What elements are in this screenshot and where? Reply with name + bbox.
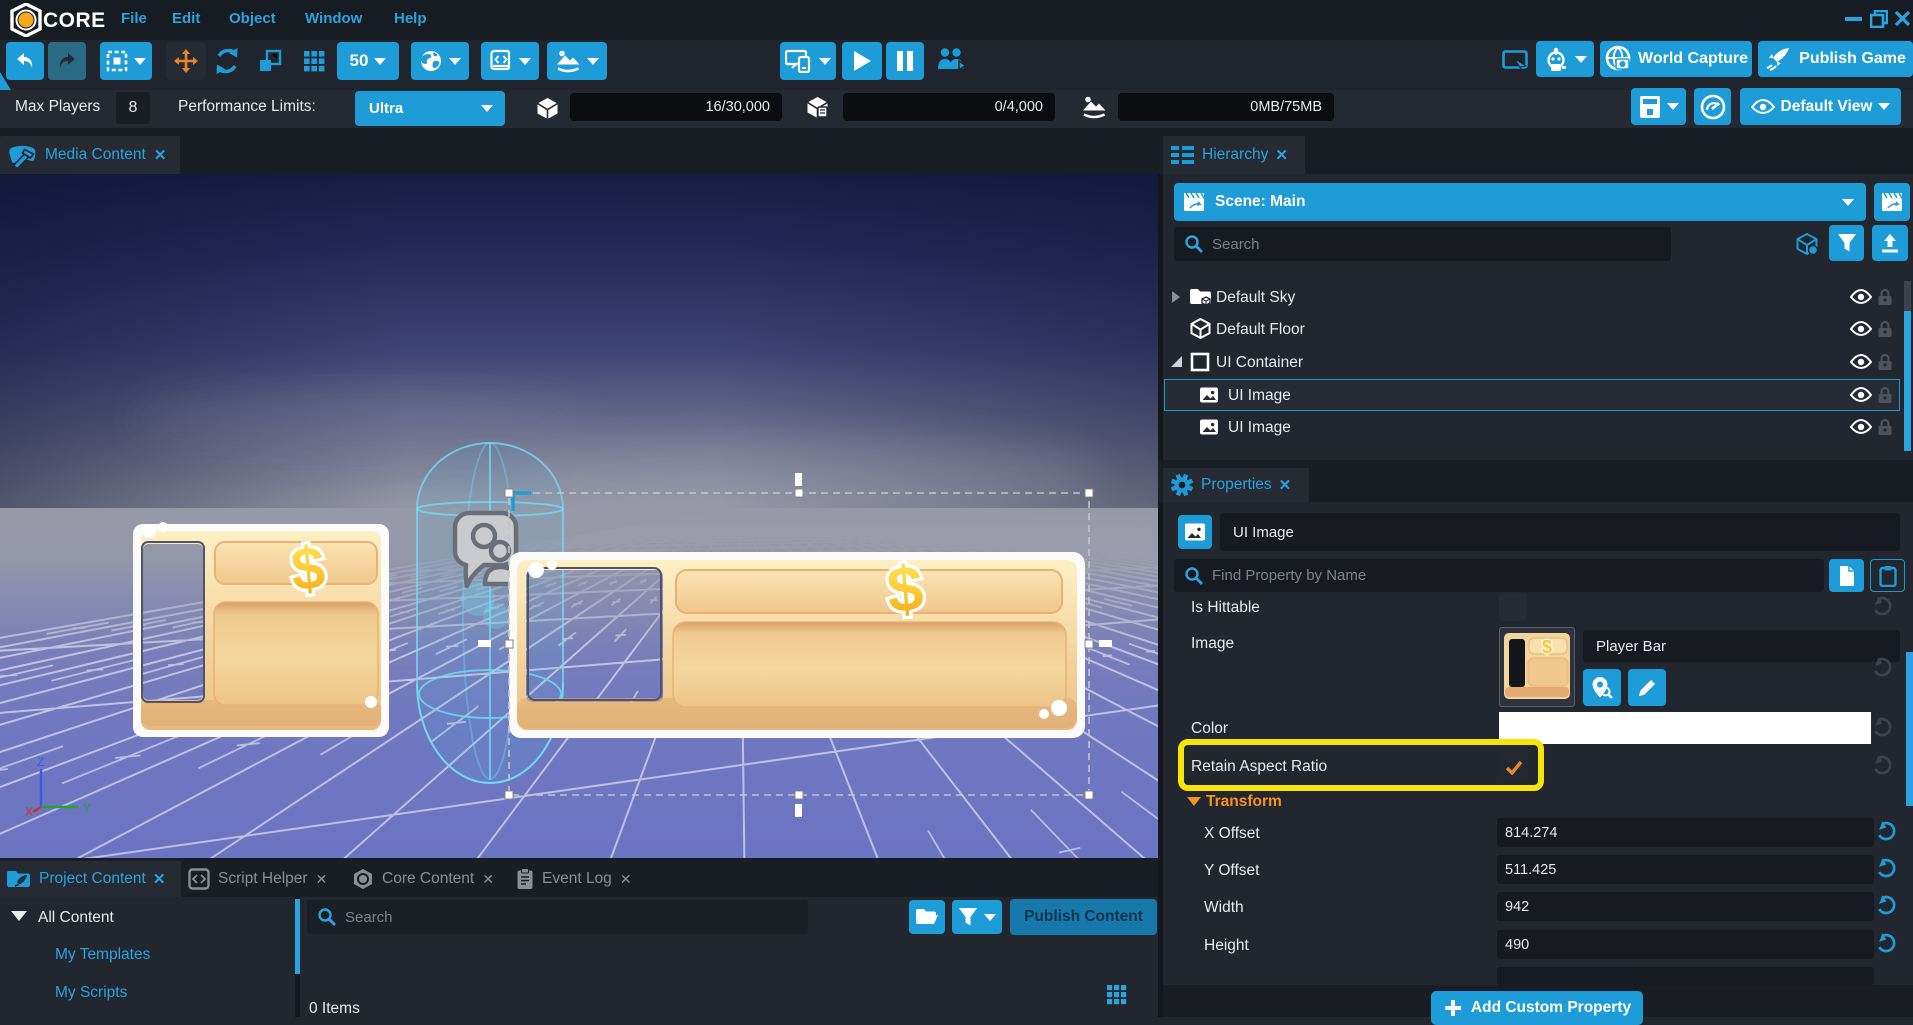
svg-text:Y: Y xyxy=(83,801,91,815)
svg-text:$: $ xyxy=(1542,637,1552,657)
svg-text:Z: Z xyxy=(37,755,44,769)
svg-text:$: $ xyxy=(288,534,327,604)
svg-text:X: X xyxy=(25,805,33,819)
svg-text:$: $ xyxy=(884,552,926,627)
svg-text:CORE: CORE xyxy=(43,9,106,32)
